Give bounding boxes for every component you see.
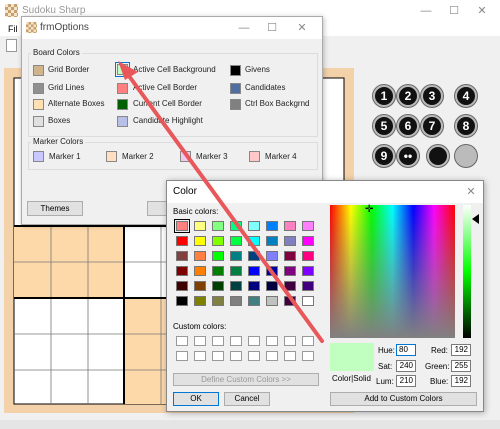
annotation-arrow xyxy=(118,61,324,343)
